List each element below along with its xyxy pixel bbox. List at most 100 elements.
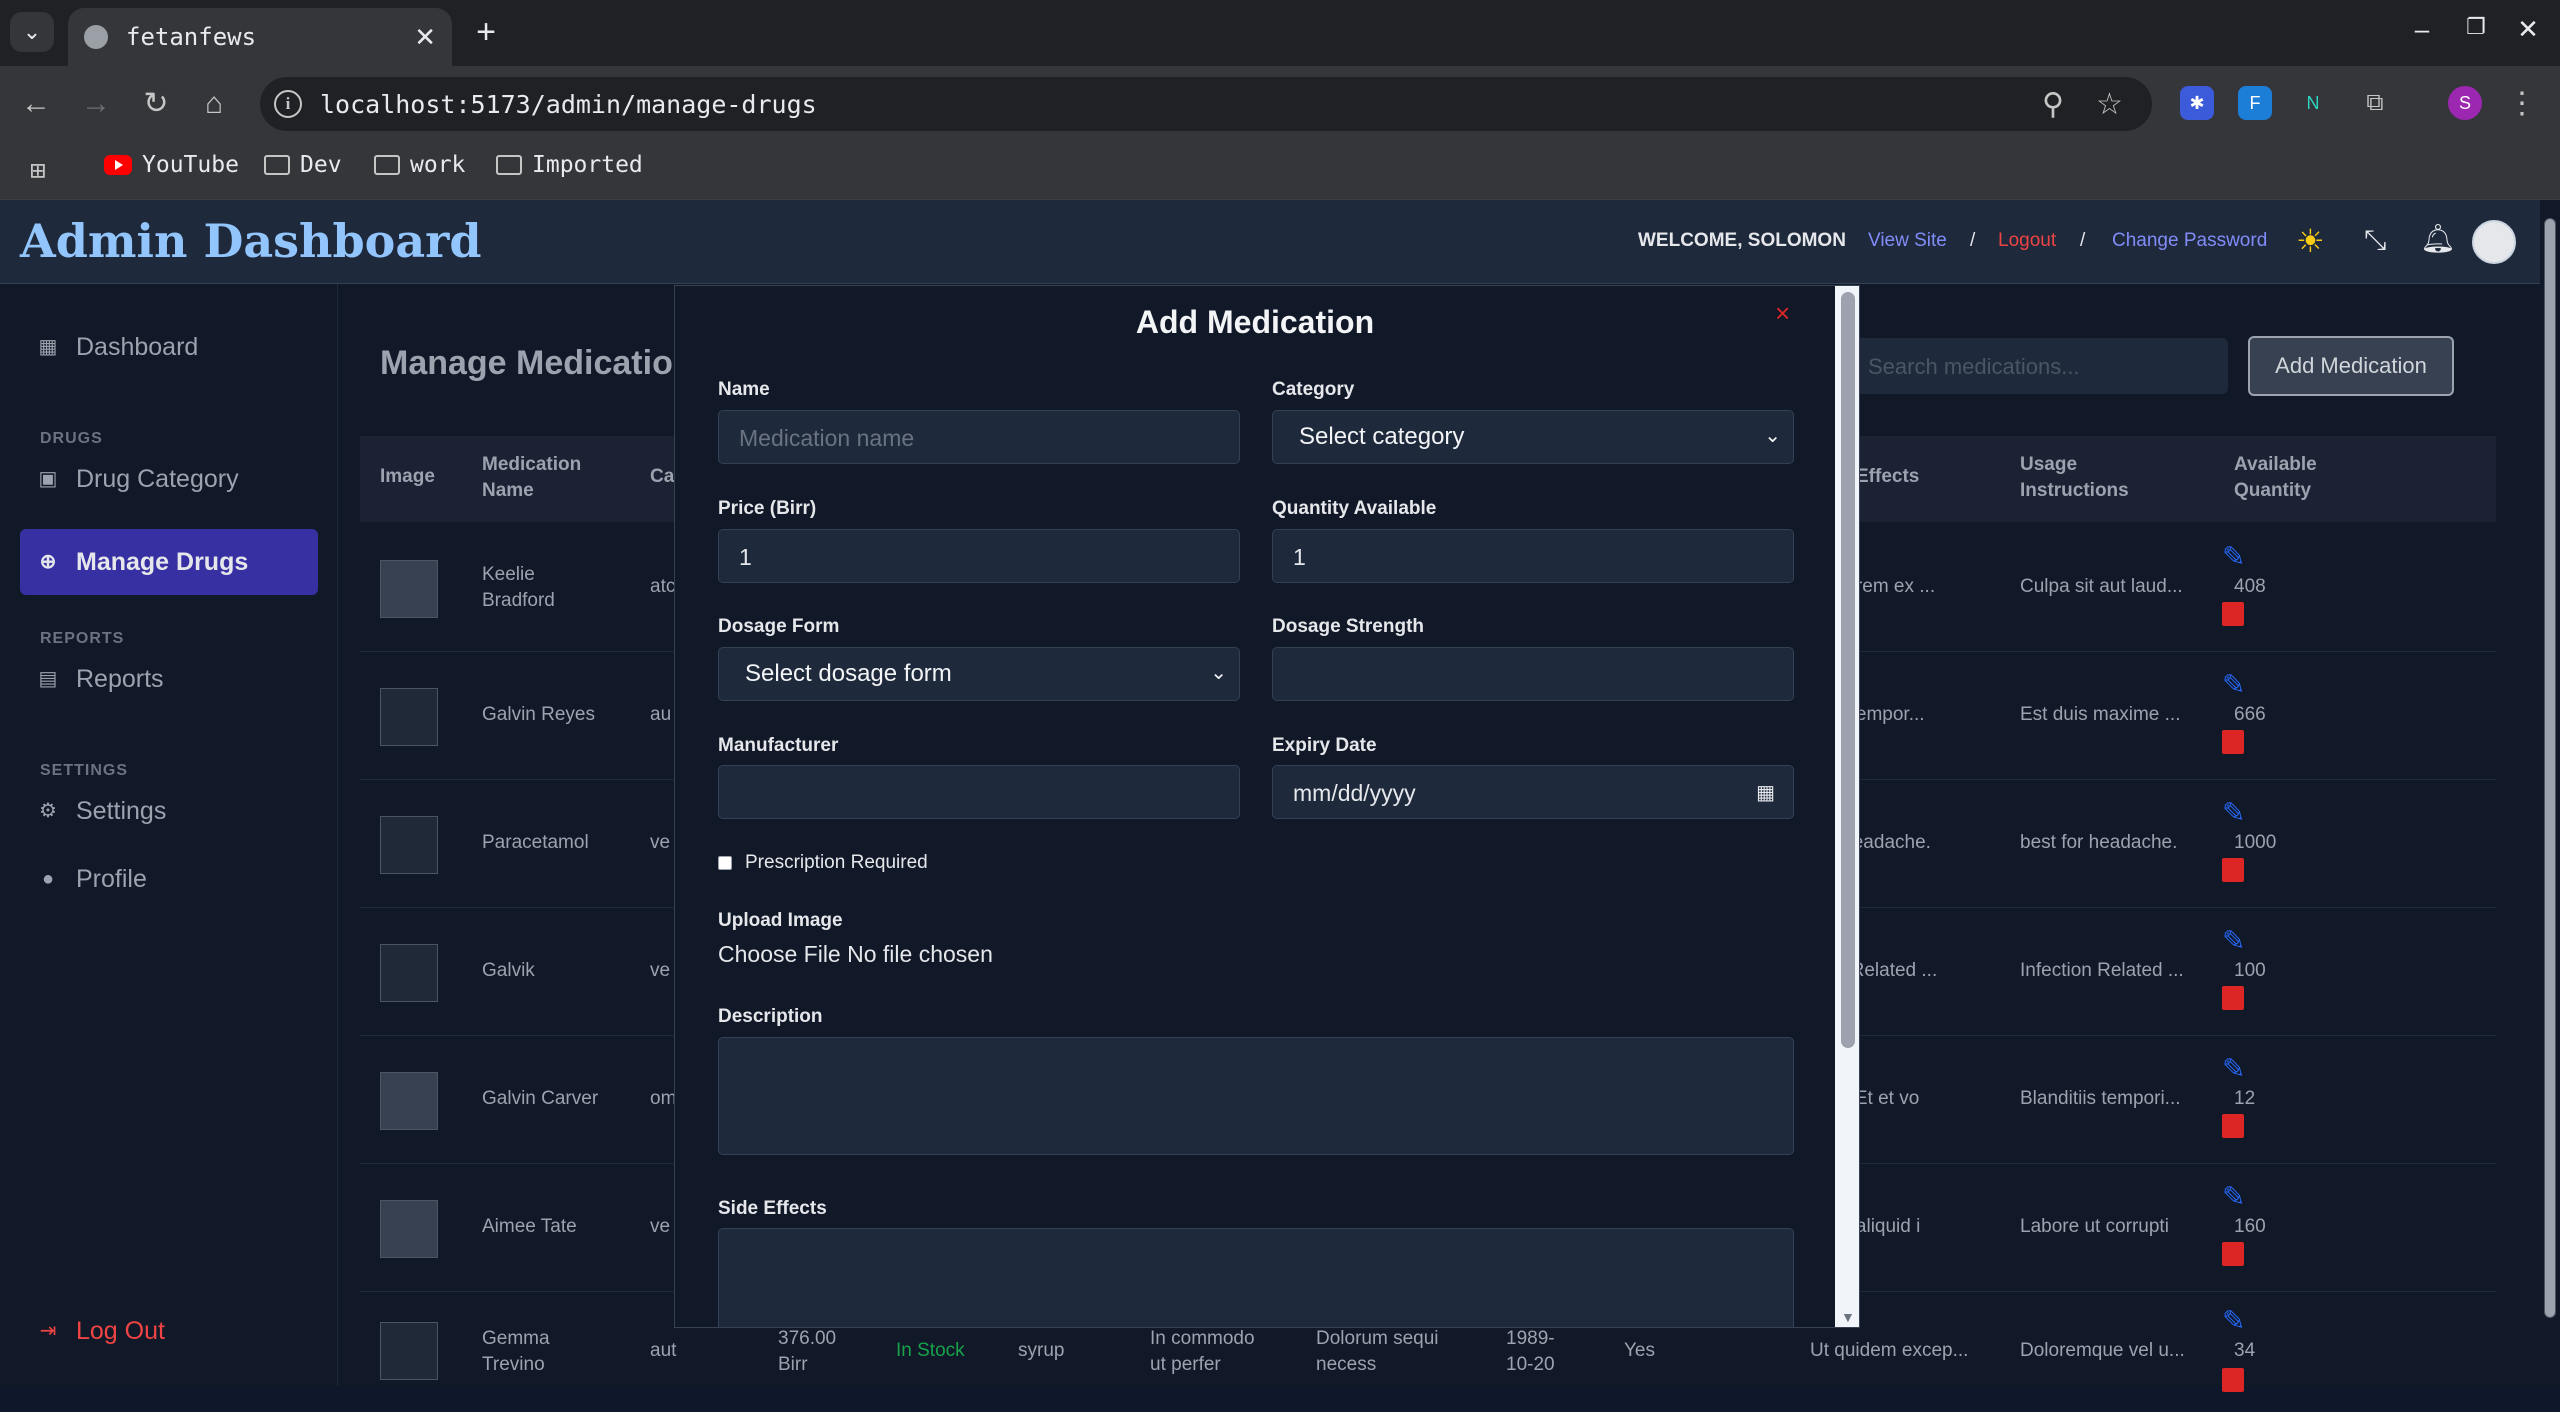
quantity-input[interactable]: 1 xyxy=(1272,529,1794,583)
edit-icon[interactable]: ✎ xyxy=(2222,1304,2245,1337)
cell-description: In commodo ut perfer xyxy=(1150,1328,1255,1375)
sidebar-item-reports[interactable]: ▤ Reports xyxy=(20,646,318,712)
sidebar: ▦ Dashboard DRUGS ▣ Drug Category ⊕ Manage … xyxy=(0,284,338,1386)
browser-chrome: ⌄ fetanfews ✕ + – ❐ ✕ ← → ↻ ⌂ i localhos… xyxy=(0,0,2560,200)
tab-search-chevron-icon[interactable]: ⌄ xyxy=(10,12,54,52)
cell-category: ve xyxy=(650,960,671,981)
cell-category: aut xyxy=(650,1340,677,1361)
profile-avatar[interactable]: S xyxy=(2448,86,2482,120)
cell-prescription: Yes xyxy=(1624,1340,1655,1361)
add-medication-button[interactable]: Add Medication xyxy=(2248,336,2454,396)
medication-thumbnail xyxy=(380,560,438,618)
address-bar[interactable]: i localhost:5173/admin/manage-drugs ⚲ ☆ xyxy=(260,77,2152,131)
side-effects-textarea[interactable] xyxy=(718,1228,1794,1327)
calendar-icon[interactable]: ▦ xyxy=(1756,780,1775,805)
scrollbar-thumb[interactable] xyxy=(1841,292,1855,1048)
sidebar-logout[interactable]: ⇥ Log Out xyxy=(20,1298,318,1364)
bookmark-youtube[interactable]: YouTube xyxy=(104,152,239,178)
site-info-icon[interactable]: i xyxy=(274,90,302,118)
view-site-link[interactable]: View Site xyxy=(1868,230,1947,252)
trash-icon[interactable] xyxy=(2222,602,2244,626)
scroll-down-arrow-icon[interactable]: ▼ xyxy=(1841,1309,1855,1325)
side-effects-label: Side Effects xyxy=(718,1198,827,1219)
apps-grid-icon[interactable]: ⊞ xyxy=(30,156,46,186)
extensions-puzzle-icon[interactable]: ⧉ xyxy=(2358,86,2392,120)
cell-usage: Est duis maxime ... xyxy=(2020,704,2181,725)
name-input[interactable]: Medication name xyxy=(718,410,1240,464)
sidebar-item-settings[interactable]: ⚙ Settings xyxy=(20,778,318,844)
browser-tab[interactable]: fetanfews ✕ xyxy=(68,8,452,66)
col-available: Available Quantity xyxy=(2234,454,2317,501)
scrollbar-thumb[interactable] xyxy=(2544,218,2556,1318)
cell-effects: Ut quidem excep... xyxy=(1810,1340,1969,1361)
dosage-strength-input[interactable] xyxy=(1272,647,1794,701)
sidebar-item-drug-category[interactable]: ▣ Drug Category xyxy=(20,446,318,512)
quantity-label: Quantity Available xyxy=(1272,498,1437,519)
edit-icon[interactable]: ✎ xyxy=(2222,1180,2245,1213)
extension-icon[interactable]: ✱ xyxy=(2180,86,2214,120)
category-select[interactable]: Select category ⌄ xyxy=(1272,410,1794,464)
search-input[interactable]: Search medications... xyxy=(1850,338,2228,394)
cell-usage: Culpa sit aut laud... xyxy=(2020,576,2183,597)
extension-icon[interactable]: N xyxy=(2296,86,2330,120)
sidebar-item-manage-drugs[interactable]: ⊕ Manage Drugs xyxy=(20,529,318,595)
exit-fullscreen-icon[interactable]: ⤡ xyxy=(2364,224,2386,257)
sun-icon[interactable]: ☀ xyxy=(2296,222,2325,260)
change-password-link[interactable]: Change Password xyxy=(2112,230,2267,252)
bookmark-star-icon[interactable]: ☆ xyxy=(2096,87,2123,122)
bookmark-dev[interactable]: Dev xyxy=(264,152,342,178)
forward-icon[interactable]: → xyxy=(76,84,116,124)
trash-icon[interactable] xyxy=(2222,730,2244,754)
edit-icon[interactable]: ✎ xyxy=(2222,540,2245,573)
trash-icon[interactable] xyxy=(2222,1368,2244,1392)
extension-icon[interactable]: F xyxy=(2238,86,2272,120)
sidebar-item-dashboard[interactable]: ▦ Dashboard xyxy=(20,314,318,380)
cell-category: om xyxy=(650,1088,677,1109)
url-text: localhost:5173/admin/manage-drugs xyxy=(320,90,817,119)
file-input[interactable]: Choose File No file chosen xyxy=(718,941,993,968)
edit-icon[interactable]: ✎ xyxy=(2222,1052,2245,1085)
cell-name: Paracetamol xyxy=(482,832,589,853)
app: Admin Dashboard WELCOME, SOLOMON View Si… xyxy=(0,200,2540,1392)
sidebar-item-profile[interactable]: ● Profile xyxy=(20,846,318,912)
bookmark-imported[interactable]: Imported xyxy=(496,152,643,178)
menu-kebab-icon[interactable]: ⋮ xyxy=(2502,84,2542,124)
reload-icon[interactable]: ↻ xyxy=(136,84,176,124)
bookmark-work[interactable]: work xyxy=(374,152,465,178)
zoom-icon[interactable]: ⚲ xyxy=(2042,87,2064,122)
folder-icon xyxy=(496,155,522,175)
user-avatar[interactable] xyxy=(2472,220,2516,264)
bell-icon[interactable]: 🔔︎ xyxy=(2420,222,2456,255)
expiry-date-input[interactable]: mm/dd/yyyy ▦ xyxy=(1272,765,1794,819)
dosage-form-select[interactable]: Select dosage form ⌄ xyxy=(718,647,1240,701)
cell-name: Gemma Trevino xyxy=(482,1328,550,1375)
trash-icon[interactable] xyxy=(2222,986,2244,1010)
home-icon[interactable]: ⌂ xyxy=(194,84,234,124)
browser-toolbar: ← → ↻ ⌂ i localhost:5173/admin/manage-dr… xyxy=(0,66,2560,142)
medication-thumbnail xyxy=(380,688,438,746)
back-icon[interactable]: ← xyxy=(16,84,56,124)
modal-scrollbar[interactable]: ▼ xyxy=(1835,286,1859,1327)
edit-icon[interactable]: ✎ xyxy=(2222,668,2245,701)
close-window-icon[interactable]: ✕ xyxy=(2508,14,2548,45)
prescription-checkbox[interactable] xyxy=(718,856,732,870)
restore-icon[interactable]: ❐ xyxy=(2456,14,2496,40)
price-input[interactable]: 1 xyxy=(718,529,1240,583)
cell-name: Keelie Bradford xyxy=(482,564,555,611)
close-icon[interactable]: × xyxy=(1775,298,1790,329)
close-tab-icon[interactable]: ✕ xyxy=(414,22,436,53)
new-tab-icon[interactable]: + xyxy=(466,14,506,54)
minimize-icon[interactable]: – xyxy=(2402,14,2442,45)
cell-side-effects: Dolorum sequi necess xyxy=(1316,1328,1439,1375)
edit-icon[interactable]: ✎ xyxy=(2222,796,2245,829)
page-scrollbar[interactable] xyxy=(2540,200,2560,1386)
manufacturer-input[interactable] xyxy=(718,765,1240,819)
description-textarea[interactable] xyxy=(718,1037,1794,1155)
trash-icon[interactable] xyxy=(2222,1242,2244,1266)
logout-link[interactable]: Logout xyxy=(1998,230,2056,252)
trash-icon[interactable] xyxy=(2222,858,2244,882)
category-label: Category xyxy=(1272,379,1355,400)
trash-icon[interactable] xyxy=(2222,1114,2244,1138)
edit-icon[interactable]: ✎ xyxy=(2222,924,2245,957)
cell-usage: best for headache. xyxy=(2020,832,2178,853)
